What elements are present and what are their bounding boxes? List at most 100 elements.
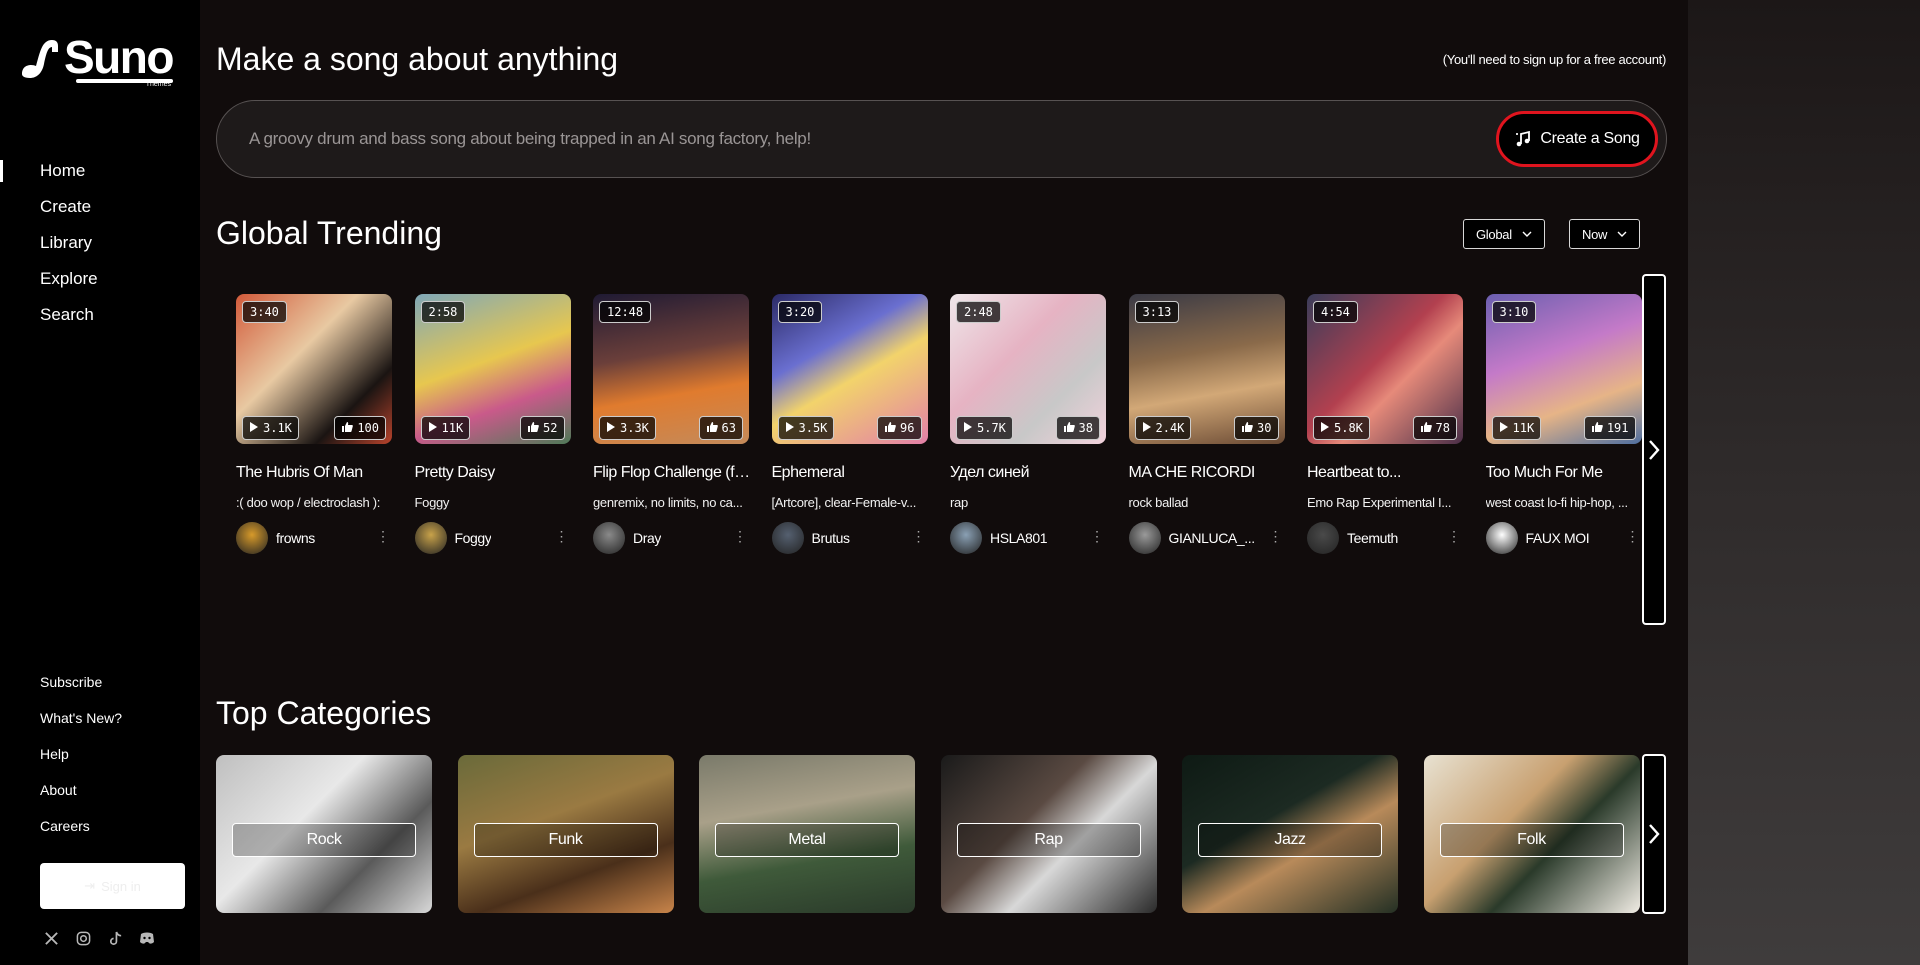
- category-card-funk[interactable]: Funk: [457, 755, 674, 913]
- song-prompt-input[interactable]: A groovy drum and bass song about being …: [216, 100, 1667, 178]
- track-artist[interactable]: HSLA801 ⋮: [950, 521, 1106, 555]
- track-cover[interactable]: 3:13 2.4K 30: [1128, 294, 1285, 444]
- artist-name[interactable]: HSLA801: [990, 530, 1047, 546]
- track-title[interactable]: Flip Flop Challenge (ft. ...: [593, 464, 753, 482]
- category-label[interactable]: Jazz: [1198, 823, 1382, 857]
- sign-in-button[interactable]: ⇥ Sign in: [40, 863, 185, 909]
- track-artist[interactable]: Brutus ⋮: [771, 521, 928, 555]
- track-artist[interactable]: GIANLUCA_... ⋮: [1128, 521, 1285, 555]
- tiktok-icon[interactable]: [106, 929, 124, 947]
- avatar[interactable]: [1128, 522, 1161, 554]
- play-count-button[interactable]: 3.3K: [599, 416, 656, 440]
- artist-name[interactable]: Brutus: [812, 530, 850, 546]
- category-label[interactable]: Rap: [956, 823, 1141, 857]
- more-options-icon[interactable]: ⋮: [1447, 529, 1461, 543]
- track-cover[interactable]: 2:48 5.7K 38: [950, 294, 1106, 444]
- like-button[interactable]: 63: [698, 416, 743, 440]
- track-title[interactable]: Удел синей: [950, 464, 1110, 482]
- category-label[interactable]: Folk: [1439, 823, 1624, 857]
- like-button[interactable]: 78: [1412, 416, 1457, 440]
- avatar[interactable]: [1485, 522, 1518, 554]
- artist-name[interactable]: GIANLUCA_...: [1169, 530, 1255, 546]
- more-options-icon[interactable]: ⋮: [1269, 529, 1283, 543]
- track-artist[interactable]: Foggy ⋮: [414, 521, 571, 555]
- track-cover[interactable]: 2:58 11K 52: [414, 294, 571, 444]
- more-options-icon[interactable]: ⋮: [376, 529, 390, 543]
- track-artist[interactable]: Teemuth ⋮: [1307, 521, 1463, 555]
- track-title[interactable]: Ephemeral: [772, 464, 932, 482]
- more-options-icon[interactable]: ⋮: [733, 529, 747, 543]
- play-count-button[interactable]: 3.5K: [777, 416, 835, 440]
- time-select[interactable]: Now: [1569, 219, 1641, 249]
- track-cover[interactable]: 4:54 5.8K 78: [1307, 294, 1463, 444]
- artist-name[interactable]: Dray: [633, 530, 661, 546]
- play-count-button[interactable]: 5.7K: [956, 416, 1013, 440]
- track-artist[interactable]: frowns ⋮: [236, 521, 392, 555]
- x-icon[interactable]: [42, 929, 60, 947]
- category-label[interactable]: Rock: [232, 823, 416, 857]
- more-options-icon[interactable]: ⋮: [912, 529, 926, 543]
- nav-item-home[interactable]: Home: [0, 158, 200, 194]
- duration-badge: 3:20: [777, 301, 823, 323]
- track-title[interactable]: MA CHE RICORDI: [1129, 464, 1289, 482]
- category-card-folk[interactable]: Folk: [1423, 755, 1640, 913]
- avatar[interactable]: [236, 522, 268, 554]
- track-cover[interactable]: 3:10 11K 191: [1485, 294, 1642, 444]
- avatar[interactable]: [950, 522, 982, 554]
- create-song-button[interactable]: Create a Song: [1496, 111, 1658, 167]
- play-count-button[interactable]: 5.8K: [1313, 416, 1370, 440]
- track-title[interactable]: The Hubris Of Man: [236, 464, 396, 482]
- category-label[interactable]: Funk: [473, 823, 658, 857]
- trending-next-button[interactable]: [1642, 274, 1666, 625]
- avatar[interactable]: [414, 522, 447, 554]
- play-count-button[interactable]: 11K: [420, 416, 471, 440]
- like-button[interactable]: 100: [334, 416, 386, 440]
- nav-item-explore[interactable]: Explore: [0, 266, 200, 302]
- avatar[interactable]: [593, 522, 625, 554]
- discord-icon[interactable]: [138, 929, 156, 947]
- nav-item-search[interactable]: Search: [0, 302, 200, 338]
- nav-item-create[interactable]: Create: [0, 194, 200, 230]
- footer-link-subscribe[interactable]: Subscribe: [40, 674, 122, 710]
- artist-name[interactable]: Teemuth: [1347, 530, 1398, 546]
- scope-select[interactable]: Global: [1463, 219, 1545, 249]
- footer-link-about[interactable]: About: [40, 782, 122, 818]
- track-artist[interactable]: Dray ⋮: [593, 521, 749, 555]
- like-button[interactable]: 191: [1583, 416, 1636, 440]
- track-title[interactable]: Too Much For Me: [1486, 464, 1646, 482]
- category-card-rock[interactable]: Rock: [216, 755, 432, 913]
- artist-name[interactable]: Foggy: [455, 530, 492, 546]
- footer-link-careers[interactable]: Careers: [40, 818, 122, 854]
- track-cover[interactable]: 12:48 3.3K 63: [593, 294, 749, 444]
- artist-name[interactable]: FAUX MOI: [1526, 530, 1590, 546]
- categories-next-button[interactable]: [1642, 754, 1666, 914]
- category-card-rap[interactable]: Rap: [940, 755, 1157, 913]
- category-label[interactable]: Metal: [715, 823, 899, 857]
- suno-logo[interactable]: Suno Themes: [16, 34, 174, 88]
- track-cover[interactable]: 3:40 3.1K 100: [236, 294, 392, 444]
- nav-item-library[interactable]: Library: [0, 230, 200, 266]
- artist-name[interactable]: frowns: [276, 530, 315, 546]
- track-cover[interactable]: 3:20 3.5K 96: [771, 294, 928, 444]
- like-button[interactable]: 38: [1055, 416, 1100, 440]
- avatar[interactable]: [1307, 522, 1339, 554]
- footer-link-what-s-new[interactable]: What's New?: [40, 710, 122, 746]
- instagram-icon[interactable]: [74, 929, 92, 947]
- avatar[interactable]: [771, 522, 804, 554]
- play-count-button[interactable]: 3.1K: [242, 416, 299, 440]
- track-title[interactable]: Pretty Daisy: [415, 464, 575, 482]
- track-artist[interactable]: FAUX MOI ⋮: [1485, 521, 1642, 555]
- more-options-icon[interactable]: ⋮: [555, 529, 569, 543]
- play-count-button[interactable]: 11K: [1491, 416, 1542, 440]
- like-button[interactable]: 52: [520, 416, 565, 440]
- footer-link-help[interactable]: Help: [40, 746, 122, 782]
- brand-sub: Themes: [145, 81, 171, 88]
- track-title[interactable]: Heartbeat to...: [1307, 464, 1467, 482]
- more-options-icon[interactable]: ⋮: [1626, 529, 1640, 543]
- category-card-jazz[interactable]: Jazz: [1182, 755, 1398, 913]
- like-button[interactable]: 96: [877, 416, 922, 440]
- more-options-icon[interactable]: ⋮: [1090, 529, 1104, 543]
- category-card-metal[interactable]: Metal: [699, 755, 915, 913]
- play-count-button[interactable]: 2.4K: [1134, 416, 1192, 440]
- like-button[interactable]: 30: [1234, 416, 1279, 440]
